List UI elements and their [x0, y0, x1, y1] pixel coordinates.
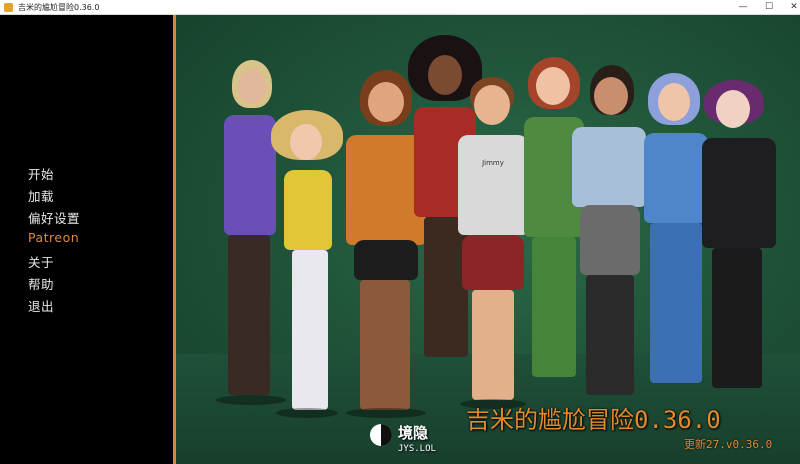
menu-item-quit[interactable]: 退出: [28, 296, 54, 315]
main-menu-panel: [0, 15, 173, 464]
menu-item-preferences[interactable]: 偏好设置: [28, 208, 80, 227]
app-icon: [4, 2, 13, 12]
close-button[interactable]: ✕: [781, 0, 800, 14]
menu-item-about[interactable]: 关于: [28, 252, 54, 271]
watermark-sub: JYS.LOL: [398, 444, 436, 454]
title-screen-art: Jimmy: [176, 15, 800, 464]
window-titlebar: 吉米的尴尬冒险0.36.0 — ☐ ✕: [0, 0, 800, 15]
window-title: 吉米的尴尬冒险0.36.0: [18, 2, 100, 12]
maximize-button[interactable]: ☐: [756, 0, 782, 14]
character-goth-purple-hair: [696, 80, 786, 410]
watermark: 境隐 JYS.LOL: [368, 420, 448, 462]
game-title: 吉米的尴尬冒险0.36.0: [466, 406, 721, 434]
menu-item-patreon[interactable]: Patreon: [28, 230, 79, 245]
menu-item-start[interactable]: 开始: [28, 164, 54, 183]
menu-item-help[interactable]: 帮助: [28, 274, 54, 293]
game-version: 更新27.v0.36.0: [684, 438, 773, 451]
character-pigtails-yellow-top: [266, 110, 346, 430]
yin-yang-icon: [370, 424, 392, 446]
watermark-text: 境隐: [398, 424, 429, 442]
minimize-button[interactable]: —: [730, 0, 756, 14]
menu-item-load[interactable]: 加载: [28, 186, 54, 205]
